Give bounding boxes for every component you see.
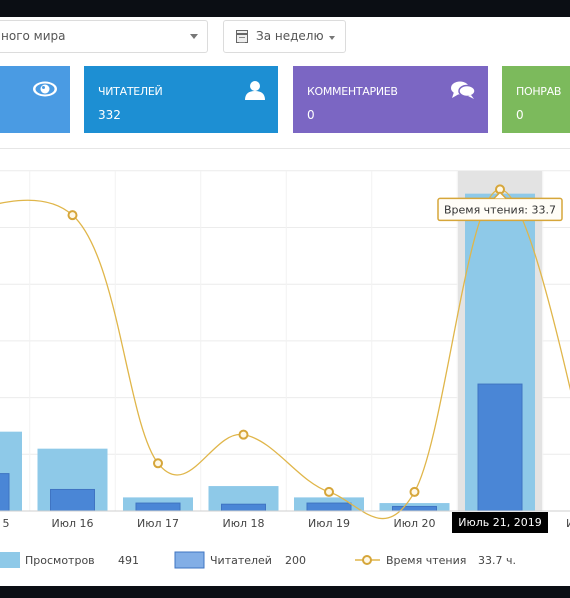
stats-page: ного мира За неделю ЧИТАТЕЛЕЙ 332 КОММЕН… [0,17,570,586]
x-tick-label: Июл 20 [393,517,435,530]
reading-time-point [153,458,163,469]
stat-card-title: ЧИТАТЕЛЕЙ [98,85,163,98]
bar-readers [392,505,437,512]
stat-card-value: 332 [98,108,121,122]
tooltip-text: Время чтения: 33.7 [444,203,556,216]
legend-swatch-point [362,555,372,565]
source-select[interactable]: ного мира [0,20,208,53]
legend-swatch-readers [174,551,205,569]
legend-label-reading-time: Время чтения [386,554,466,567]
reading-time-point [67,210,78,221]
legend-value-views: 491 [118,554,139,567]
user-icon [244,80,266,104]
stat-card-value: 0 [516,108,524,122]
legend-label-views: Просмотров [25,554,95,567]
legend-value-reading-time: 33.7 ч. [478,554,516,567]
caret-down-icon [329,36,335,40]
stat-card-title: КОММЕНТАРИЕВ [307,85,398,98]
bottom-black-bar [0,586,570,598]
period-label: За неделю [256,29,324,43]
legend-label-readers: Читателей [210,554,272,567]
x-tick-label: Июл 17 [137,517,179,530]
comments-icon [450,80,476,104]
chevron-down-icon [190,34,198,39]
reading-time-point [409,486,420,497]
x-tick-label: Июл 16 [51,517,93,530]
bar-readers [50,488,95,512]
chart-legend: Просмотров 491 Читателей 200 Время чтения 33.… [0,551,516,569]
stats-chart: 5 Июл 16 Июл 17 Июл 18 Июл 19 Июл 20 Июль 21, … [0,170,570,569]
bar-readers [306,502,352,512]
period-dropdown-button[interactable]: За неделю [223,20,346,53]
bar-readers [0,473,10,512]
x-tick-label-highlighted: Июль 21, 2019 [458,516,541,529]
x-tick-label: И [566,517,570,530]
stat-card-title: ПОНРАВ [516,85,562,98]
x-axis: 5 Июл 16 Июл 17 Июл 18 Июл 19 Июл 20 Июль 21, … [0,510,570,533]
stat-card-views[interactable] [0,66,70,133]
calendar-icon [236,30,248,43]
top-black-bar [0,0,570,17]
x-tick-label: 5 [3,517,10,530]
reading-time-point [238,429,249,440]
stat-card-value: 0 [307,108,315,122]
bar-readers [477,383,523,512]
bars [0,193,535,512]
legend-swatch-views [0,552,20,568]
stat-card-readers[interactable]: ЧИТАТЕЛЕЙ 332 [84,66,278,133]
reading-time-point [324,486,334,497]
bar-readers [221,503,266,512]
stat-card-comments[interactable]: КОММЕНТАРИЕВ 0 [293,66,488,133]
source-select-value: ного мира [1,29,66,43]
eye-icon [32,80,58,102]
chart-tooltip: Время чтения: 33.7 [437,191,563,222]
x-tick-label: Июл 18 [222,517,264,530]
bar-readers [135,502,181,512]
stat-card-likes[interactable]: ПОНРАВ 0 [502,66,570,133]
x-tick-label: Июл 19 [308,517,350,530]
legend-value-readers: 200 [285,554,306,567]
